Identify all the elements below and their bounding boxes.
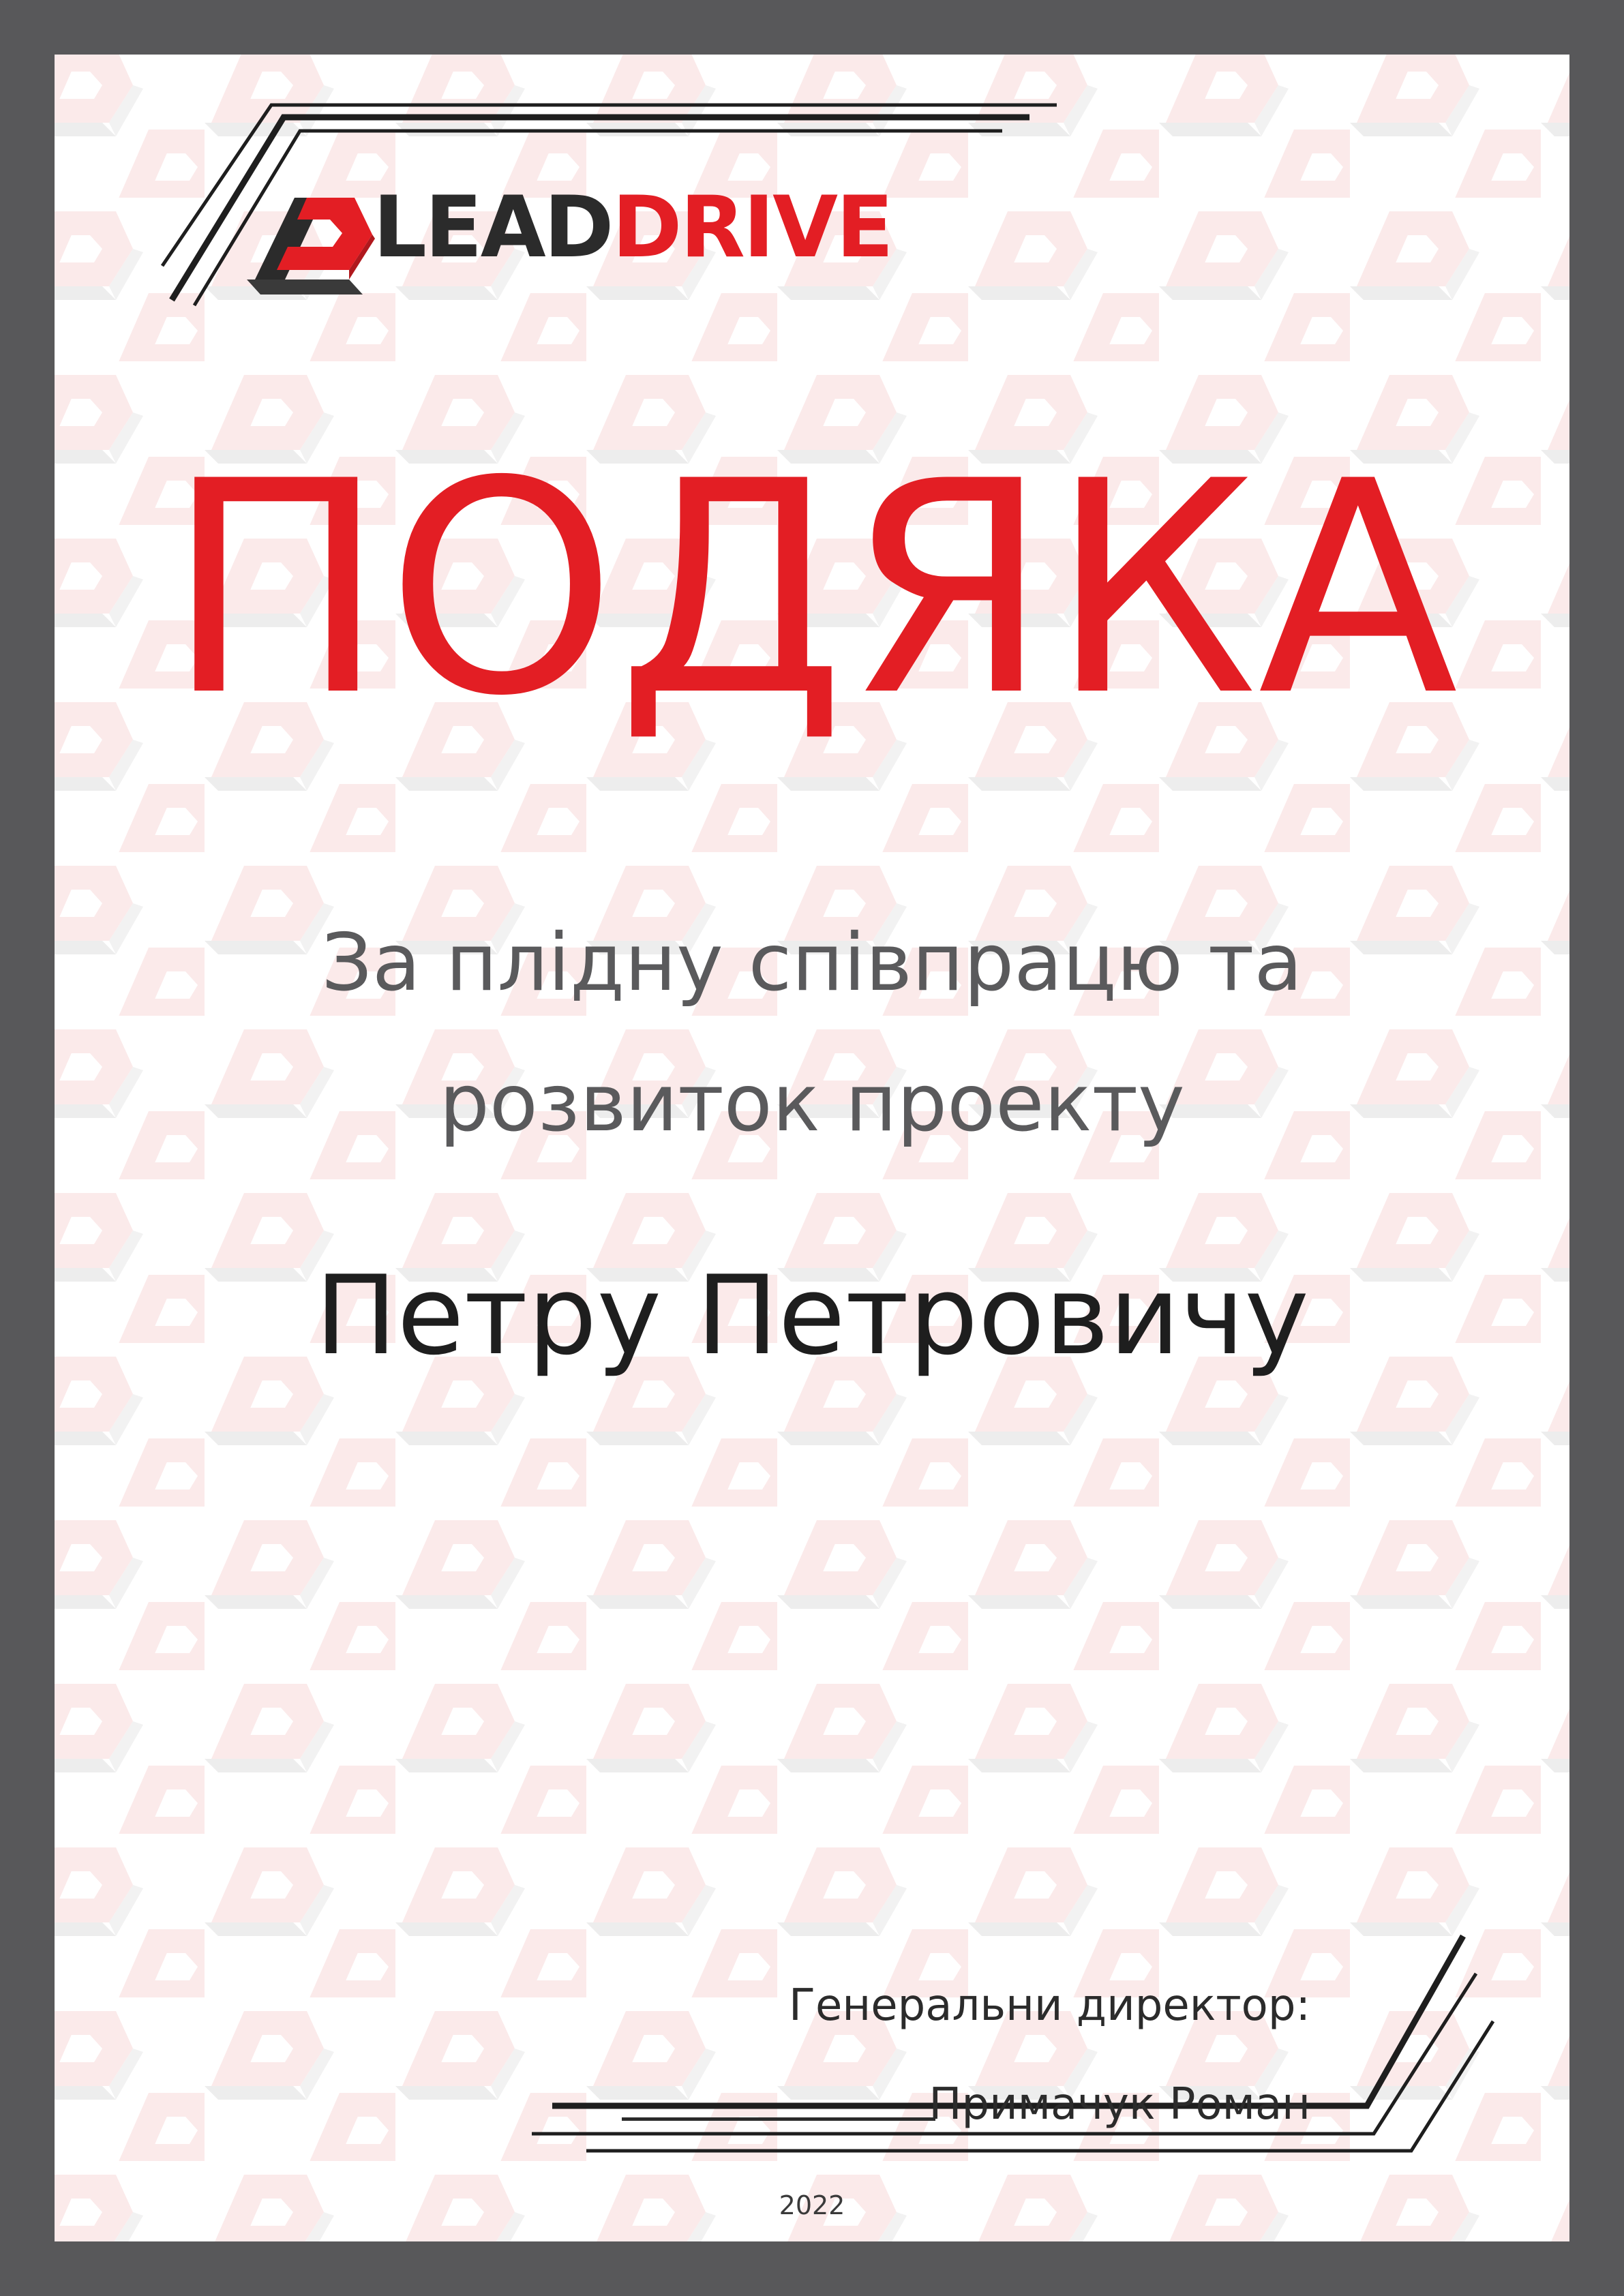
certificate-year: 2022 bbox=[779, 2190, 845, 2220]
logo-wordmark: LEADDRIVE bbox=[373, 185, 894, 270]
subtitle-line-2: розвиток проекту bbox=[439, 1057, 1185, 1149]
signatory-role: Генеральни директор: bbox=[789, 1980, 1310, 2031]
certificate-subtitle: За плідну співпрацю та розвиток проекту bbox=[55, 893, 1569, 1174]
company-logo: LEADDRIVE bbox=[247, 157, 1004, 334]
signatory-name: Примачук Роман bbox=[929, 2079, 1310, 2130]
logo-text-lead: LEAD bbox=[373, 179, 614, 277]
subtitle-line-1: За плідну співпрацю та bbox=[321, 917, 1303, 1009]
recipient-name: Петру Петровичу bbox=[315, 1252, 1309, 1379]
signature-line bbox=[622, 2117, 935, 2121]
logo-text-drive: DRIVE bbox=[612, 179, 894, 277]
certificate-title: ПОДЯКА bbox=[166, 419, 1458, 760]
logo-mark-icon bbox=[247, 198, 375, 294]
certificate-sheet: LEADDRIVE ПОДЯКА За плідну співпрацю та … bbox=[55, 55, 1569, 2241]
